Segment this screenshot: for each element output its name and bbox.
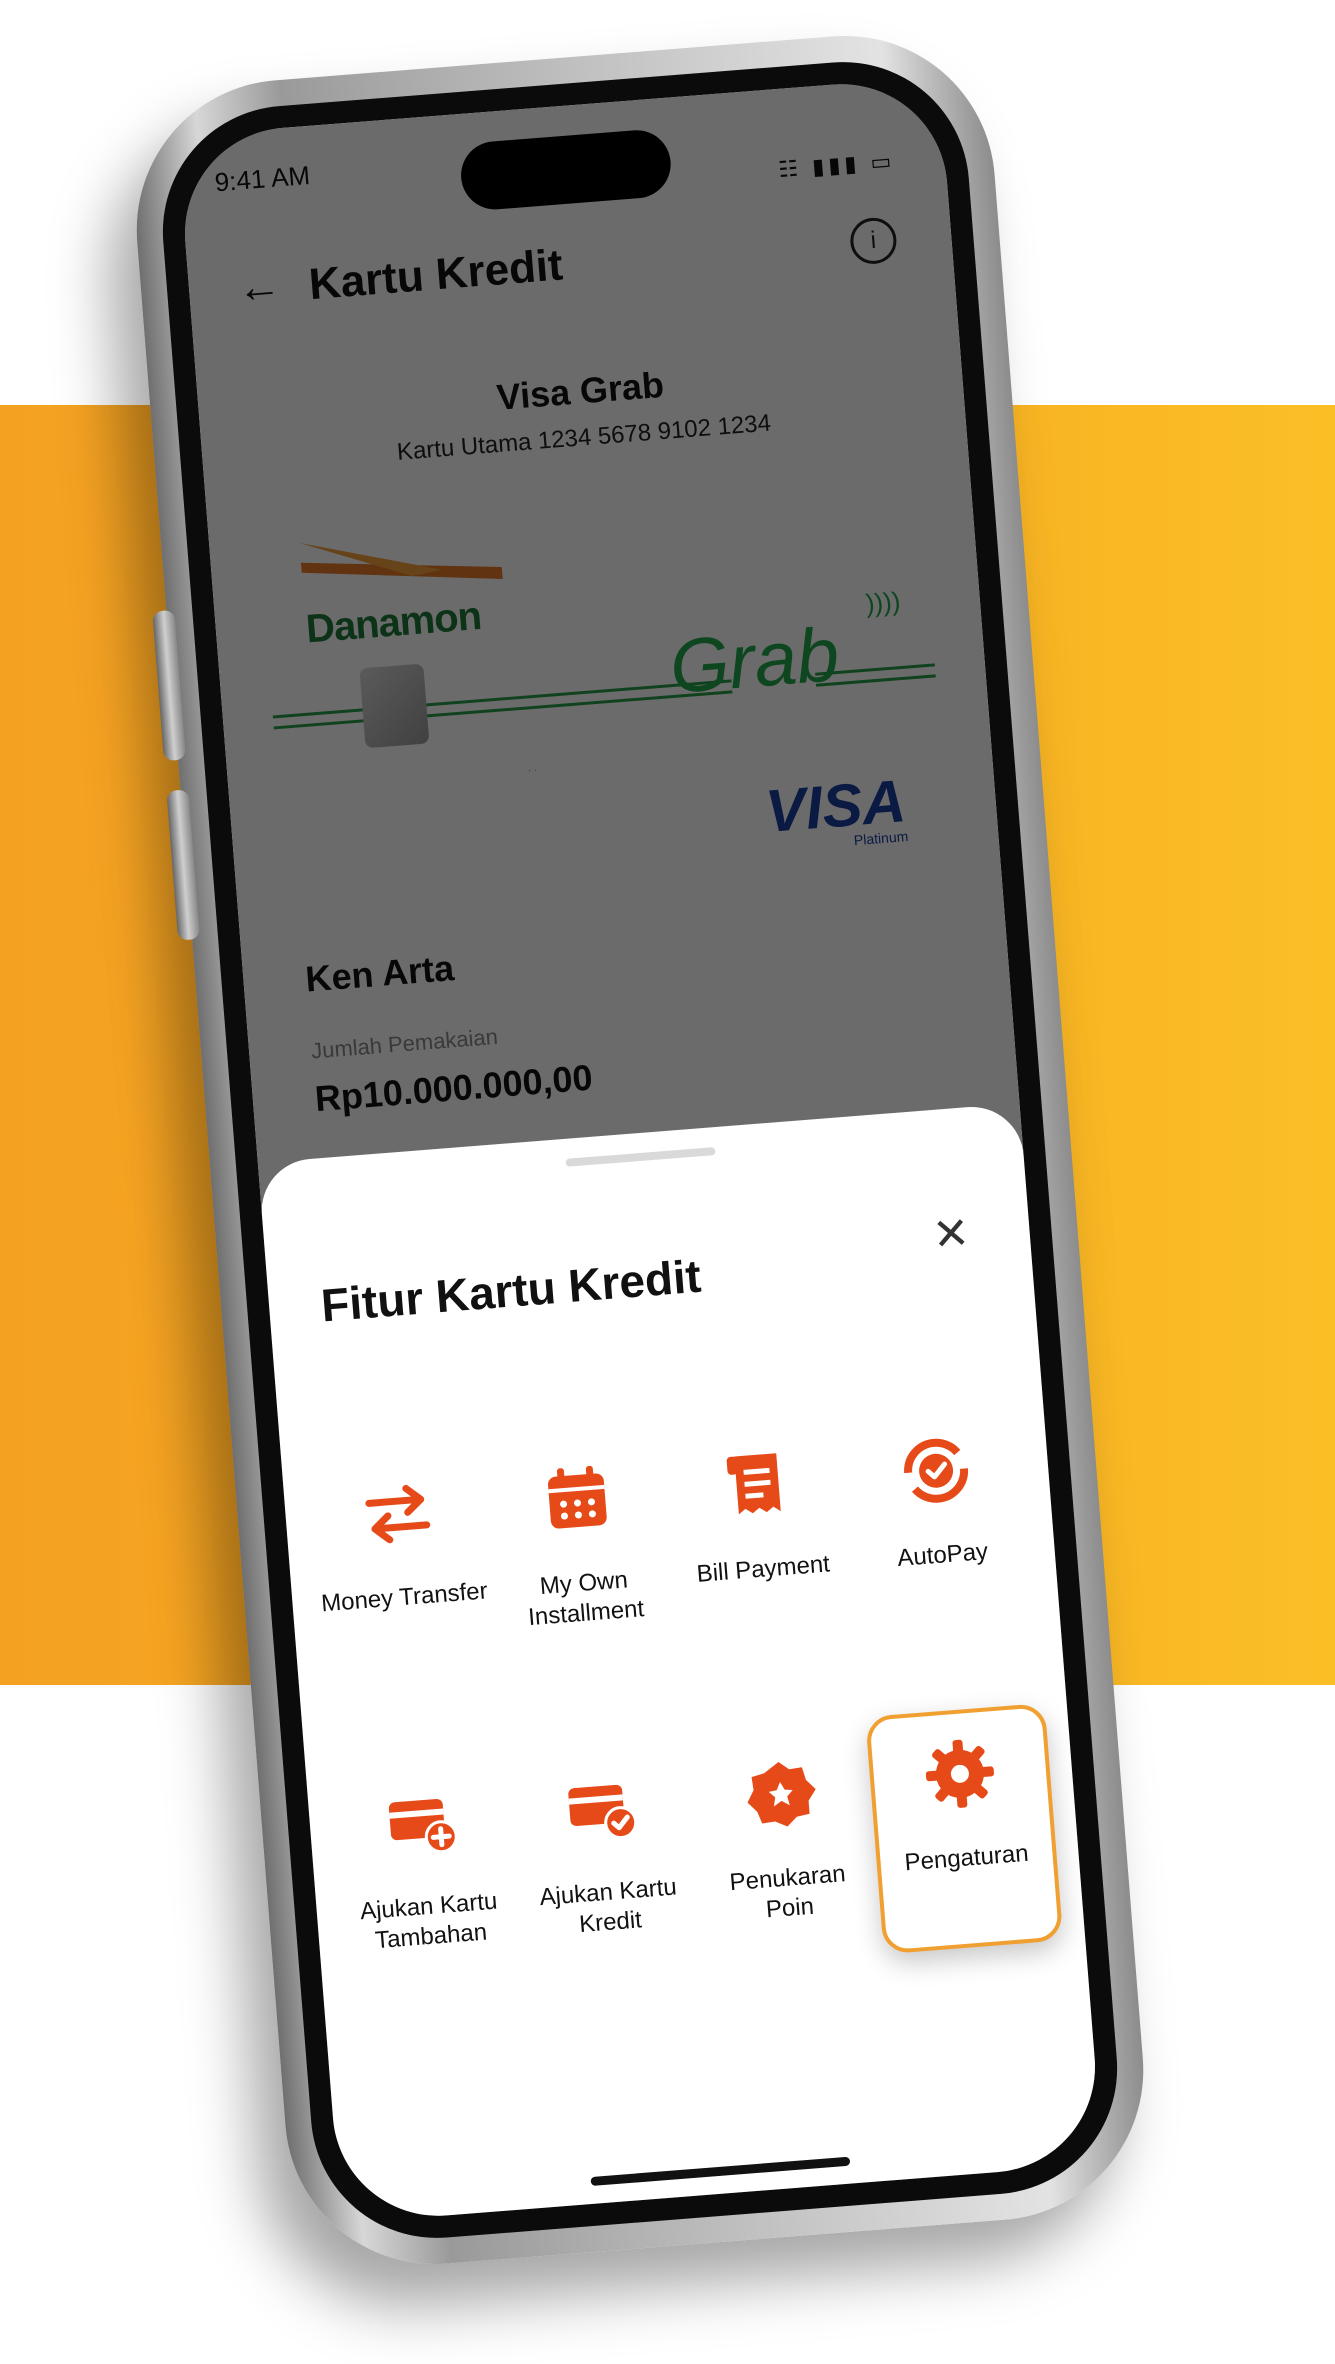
page-title: Kartu Kredit [307, 240, 565, 310]
card-stripe [272, 679, 733, 730]
phone-mockup: 9:41 AM ☷ ▮▮▮ ▭ ← Kartu Kredit i Visa Gr… [125, 24, 1155, 2276]
usage-value: Rp10.000.000,00 [313, 1056, 594, 1120]
network-tier: Platinum [853, 828, 909, 849]
home-indicator[interactable] [590, 2156, 851, 2187]
autopay-icon [904, 1438, 969, 1503]
feature-bill-payment[interactable]: Bill Payment [662, 1418, 859, 1661]
feature-label: Bill Payment [695, 1550, 831, 1588]
feature-my-own-installment[interactable]: My Own Installment [483, 1432, 680, 1675]
top-app-bar: ← Kartu Kredit i [186, 196, 954, 336]
feature-ajukan-kartu-kredit[interactable]: Ajukan Kartu Kredit [507, 1741, 704, 1984]
feature-label: My Own Installment [527, 1566, 646, 1632]
badge-icon [747, 1762, 816, 1827]
feature-autopay[interactable]: AutoPay [842, 1404, 1039, 1647]
bottom-sheet: Fitur Kartu Kredit ✕ Money Transfer My O… [257, 1103, 1103, 2224]
feature-label: AutoPay [896, 1537, 989, 1573]
contactless-icon: )))) [864, 585, 902, 619]
sheet-title: Fitur Kartu Kredit [319, 1249, 703, 1332]
feature-label: Ajukan Kartu Kredit [538, 1873, 678, 1939]
feature-label: Pengaturan [903, 1839, 1030, 1877]
feature-penukaran-poin[interactable]: Penukaran Poin [687, 1727, 884, 1970]
phone-screen: 9:41 AM ☷ ▮▮▮ ▭ ← Kartu Kredit i Visa Gr… [177, 76, 1103, 2224]
scene: 9:41 AM ☷ ▮▮▮ ▭ ← Kartu Kredit i Visa Gr… [0, 0, 1335, 2364]
status-time: 9:41 AM [213, 159, 312, 198]
feature-money-transfer[interactable]: Money Transfer [303, 1446, 500, 1689]
sheet-drag-handle[interactable] [565, 1147, 716, 1167]
card-check-icon [568, 1784, 638, 1840]
feature-ajukan-kartu-tambahan[interactable]: Ajukan Kartu Tambahan [328, 1755, 525, 1998]
signal-wifi-battery-icon: ☷ ▮▮▮ ▭ [777, 147, 897, 183]
partner-logo-text: Grab [666, 612, 843, 711]
card-header: Visa Grab Kartu Utama 1234 5678 9102 123… [198, 340, 966, 482]
back-arrow-icon[interactable]: ← [235, 261, 283, 314]
usage-label: Jumlah Pemakaian [310, 1023, 499, 1064]
feature-pengaturan[interactable]: Pengaturan [865, 1702, 1064, 1955]
calendar-icon [547, 1465, 607, 1529]
feature-grid: Money Transfer My Own Installment Bill P… [303, 1404, 1064, 1999]
card-holder-name: Ken Arta [303, 947, 456, 1000]
receipt-icon [726, 1453, 781, 1515]
feature-label: Ajukan Kartu Tambahan [359, 1887, 499, 1955]
close-icon[interactable]: ✕ [931, 1207, 972, 1261]
info-icon[interactable]: i [848, 216, 899, 266]
card-tiny-mark: · · [527, 764, 538, 777]
card-chip [359, 663, 430, 749]
transfer-arrows-icon [365, 1484, 431, 1544]
add-card-icon [388, 1798, 458, 1854]
feature-label: Penukaran Poin [728, 1860, 847, 1924]
feature-label: Money Transfer [320, 1577, 489, 1618]
gear-icon [925, 1739, 994, 1808]
credit-card-image: Danamon Grab )))) · · VISA Platinum [258, 474, 950, 905]
